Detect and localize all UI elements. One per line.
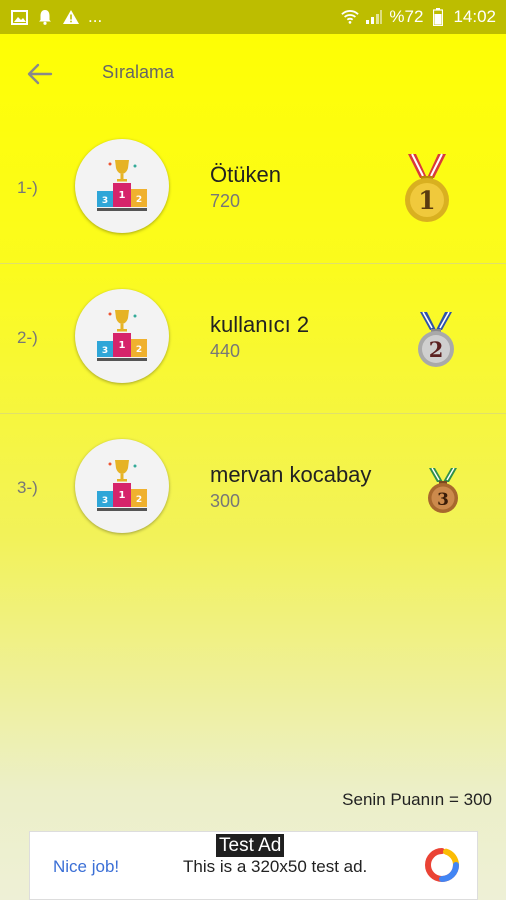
svg-text:1: 1: [119, 340, 126, 351]
ad-cta[interactable]: Nice job!: [53, 857, 119, 877]
ad-logo-icon[interactable]: [424, 847, 460, 883]
leaderboard-row[interactable]: 1-) 1 3 2 Ötüken 720 1: [0, 114, 506, 264]
battery-percent: %72: [389, 7, 424, 26]
svg-text:3: 3: [102, 496, 108, 506]
svg-text:3: 3: [102, 196, 108, 206]
svg-text:3: 3: [102, 346, 108, 356]
image-icon: [10, 8, 28, 26]
svg-text:1: 1: [119, 490, 126, 501]
status-overflow: ...: [88, 7, 103, 26]
my-score-label: Senin Puanın = 300: [342, 790, 492, 809]
rank-label: 2-): [17, 328, 38, 347]
rank-label: 1-): [17, 178, 38, 197]
clock: 14:02: [453, 7, 496, 26]
svg-text:2: 2: [136, 195, 142, 205]
svg-text:2: 2: [429, 337, 444, 362]
leaderboard-row[interactable]: 3-) 1 3 2 mervan kocabay 300 3: [0, 414, 506, 564]
podium-logo-icon: 1 3 2: [97, 160, 147, 211]
avatar: 1 3 2: [75, 439, 169, 533]
status-bar-left: ...: [10, 7, 102, 27]
ad-text: This is a 320x50 test ad.: [183, 857, 368, 876]
svg-text:2: 2: [136, 345, 142, 355]
user-name: mervan kocabay: [210, 462, 372, 487]
user-name: kullanıcı 2: [210, 312, 310, 337]
wifi-icon: [341, 8, 360, 26]
user-name: Ötüken: [210, 162, 281, 187]
page-title: Sıralama: [102, 62, 175, 82]
app-bar: Sıralama: [0, 34, 506, 114]
svg-text:1: 1: [418, 186, 435, 215]
user-score: 720: [210, 191, 241, 211]
podium-logo-icon: 1 3 2: [97, 310, 147, 361]
user-score: 300: [210, 491, 241, 511]
back-button[interactable]: [22, 58, 58, 90]
status-bar: ... %72 14:02: [0, 0, 506, 34]
gold-medal-icon: 1: [405, 153, 449, 222]
avatar: 1 3 2: [75, 289, 169, 383]
bronze-medal-icon: 3: [428, 467, 458, 513]
user-score: 440: [210, 341, 241, 361]
arrow-left-icon: [27, 63, 53, 85]
avatar: 1 3 2: [75, 139, 169, 233]
signal-icon: [365, 8, 383, 26]
svg-text:1: 1: [119, 190, 126, 201]
svg-text:2: 2: [136, 495, 142, 505]
svg-text:3: 3: [437, 490, 449, 510]
podium-logo-icon: 1 3 2: [97, 460, 147, 511]
silver-medal-icon: 2: [418, 311, 454, 367]
bell-icon: [36, 8, 54, 26]
rank-label: 3-): [17, 478, 38, 497]
warning-icon: [62, 8, 80, 26]
battery-icon: [429, 8, 447, 26]
status-bar-right: %72 14:02: [341, 7, 496, 27]
ad-tag: Test Ad: [216, 834, 285, 857]
leaderboard-row[interactable]: 2-) 1 3 2 kullanıcı 2 440 2: [0, 264, 506, 414]
